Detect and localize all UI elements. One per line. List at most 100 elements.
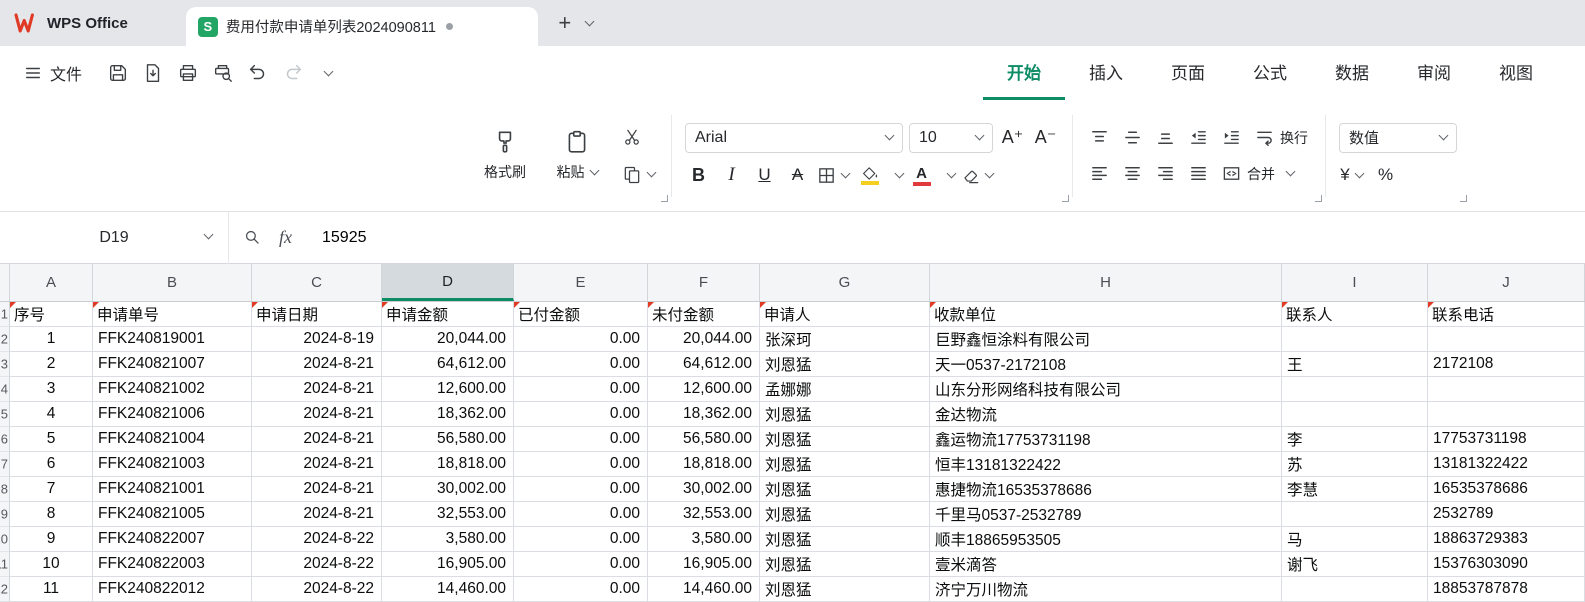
cell[interactable]: 0.00 [514, 527, 648, 552]
redo-button[interactable] [277, 57, 309, 89]
decrease-font-button[interactable]: A⁻ [1032, 124, 1059, 151]
cell[interactable]: FFK240822007 [93, 527, 252, 552]
cell[interactable]: 18,362.00 [648, 402, 760, 427]
cell[interactable]: FFK240821002 [93, 377, 252, 402]
cell[interactable] [1282, 502, 1428, 527]
cell[interactable]: 8 [10, 502, 93, 527]
cell[interactable]: 14,460.00 [382, 577, 514, 602]
ribbon-tab-插入[interactable]: 插入 [1065, 46, 1147, 100]
cell[interactable]: 恒丰13181322422 [930, 452, 1282, 477]
cell[interactable]: 刘恩猛 [760, 477, 930, 502]
cell[interactable]: 16,905.00 [382, 552, 514, 577]
cell[interactable]: 0.00 [514, 452, 648, 477]
cell[interactable] [1282, 377, 1428, 402]
row-header[interactable]: 4 [0, 377, 10, 402]
cell[interactable]: 0.00 [514, 552, 648, 577]
column-header-e[interactable]: E [514, 264, 648, 301]
row-header[interactable]: 6 [0, 427, 10, 452]
cell[interactable]: 山东分形网络科技有限公司 [930, 377, 1282, 402]
bold-button[interactable]: B [685, 162, 712, 189]
cell[interactable]: 12,600.00 [382, 377, 514, 402]
cell[interactable]: FFK240821005 [93, 502, 252, 527]
cell[interactable]: 32,553.00 [382, 502, 514, 527]
cell[interactable]: 刘恩猛 [760, 527, 930, 552]
align-center-button[interactable] [1119, 160, 1146, 187]
cell[interactable]: FFK240819001 [93, 327, 252, 352]
cell[interactable]: 金达物流 [930, 402, 1282, 427]
cell[interactable]: 未付金额 [648, 302, 760, 327]
fill-color-button[interactable] [857, 162, 884, 189]
column-header-g[interactable]: G [760, 264, 930, 301]
format-painter-button[interactable]: 格式刷 [475, 129, 535, 182]
cell[interactable]: 64,612.00 [382, 352, 514, 377]
number-dialog-launcher-icon[interactable] [1460, 195, 1467, 202]
cell[interactable]: 苏 [1282, 452, 1428, 477]
wrap-text-button[interactable]: 换行 [1251, 124, 1312, 151]
cell[interactable]: 18863729383 [1428, 527, 1585, 552]
print-preview-button[interactable] [207, 57, 239, 89]
cell[interactable]: 收款单位 [930, 302, 1282, 327]
cell[interactable]: 谢飞 [1282, 552, 1428, 577]
cell[interactable]: 0.00 [514, 352, 648, 377]
clear-button[interactable] [961, 162, 995, 189]
row-header[interactable]: 8 [0, 477, 10, 502]
row-header[interactable]: 7 [0, 452, 10, 477]
formula-input[interactable]: 15925 [322, 229, 367, 247]
cell[interactable]: 30,002.00 [648, 477, 760, 502]
column-header-j[interactable]: J [1428, 264, 1585, 301]
cell[interactable]: 刘恩猛 [760, 427, 930, 452]
cell[interactable]: 30,002.00 [382, 477, 514, 502]
row-header[interactable]: 3 [0, 352, 10, 377]
cell[interactable]: 刘恩猛 [760, 352, 930, 377]
cell[interactable]: 7 [10, 477, 93, 502]
cell[interactable]: 2024-8-22 [252, 577, 382, 602]
cell[interactable]: FFK240822003 [93, 552, 252, 577]
font-dialog-launcher-icon[interactable] [1062, 195, 1069, 202]
ribbon-tab-公式[interactable]: 公式 [1229, 46, 1311, 100]
cell[interactable]: 巨野鑫恒涂料有限公司 [930, 327, 1282, 352]
cell[interactable]: 李慧 [1282, 477, 1428, 502]
cell[interactable]: 壹米滴答 [930, 552, 1282, 577]
cell[interactable]: FFK240821004 [93, 427, 252, 452]
cell[interactable]: 0.00 [514, 502, 648, 527]
cell[interactable]: FFK240822012 [93, 577, 252, 602]
cell[interactable]: 2024-8-21 [252, 377, 382, 402]
percent-format-button[interactable]: % [1372, 162, 1399, 189]
align-left-button[interactable] [1086, 160, 1113, 187]
cell[interactable]: 5 [10, 427, 93, 452]
number-format-select[interactable]: 数值 [1339, 123, 1457, 153]
cell[interactable]: 2024-8-21 [252, 477, 382, 502]
currency-format-button[interactable]: ¥ [1339, 162, 1366, 189]
cell[interactable]: 20,044.00 [648, 327, 760, 352]
file-menu-button[interactable]: 文件 [12, 61, 94, 85]
cell[interactable]: 0.00 [514, 427, 648, 452]
cell[interactable]: 4 [10, 402, 93, 427]
cell[interactable]: 1 [10, 327, 93, 352]
cell[interactable]: 2172108 [1428, 352, 1585, 377]
cell[interactable]: 刘恩猛 [760, 452, 930, 477]
strikethrough-button[interactable]: A [784, 162, 811, 189]
cell[interactable]: 2024-8-21 [252, 402, 382, 427]
cell[interactable]: 17753731198 [1428, 427, 1585, 452]
cell[interactable]: 6 [10, 452, 93, 477]
row-header[interactable]: 11 [0, 552, 10, 577]
ribbon-tab-开始[interactable]: 开始 [983, 46, 1065, 100]
cell[interactable]: 16535378686 [1428, 477, 1585, 502]
cell[interactable]: 2024-8-21 [252, 352, 382, 377]
cell[interactable]: 12,600.00 [648, 377, 760, 402]
column-header-h[interactable]: H [930, 264, 1282, 301]
copy-button[interactable] [619, 163, 658, 187]
cell[interactable]: 天一0537-2172108 [930, 352, 1282, 377]
customize-toolbar-button[interactable] [312, 57, 344, 89]
search-button[interactable] [229, 228, 275, 247]
cell[interactable]: 3,580.00 [382, 527, 514, 552]
cell[interactable] [1282, 402, 1428, 427]
new-tab-button[interactable]: + [550, 8, 580, 38]
cell[interactable] [1428, 377, 1585, 402]
row-header[interactable]: 10 [0, 527, 10, 552]
cell[interactable]: 0.00 [514, 402, 648, 427]
increase-indent-button[interactable] [1218, 124, 1245, 151]
cut-button[interactable] [619, 125, 645, 149]
cell[interactable]: 顺丰18865953505 [930, 527, 1282, 552]
font-name-select[interactable]: Arial [685, 123, 903, 153]
